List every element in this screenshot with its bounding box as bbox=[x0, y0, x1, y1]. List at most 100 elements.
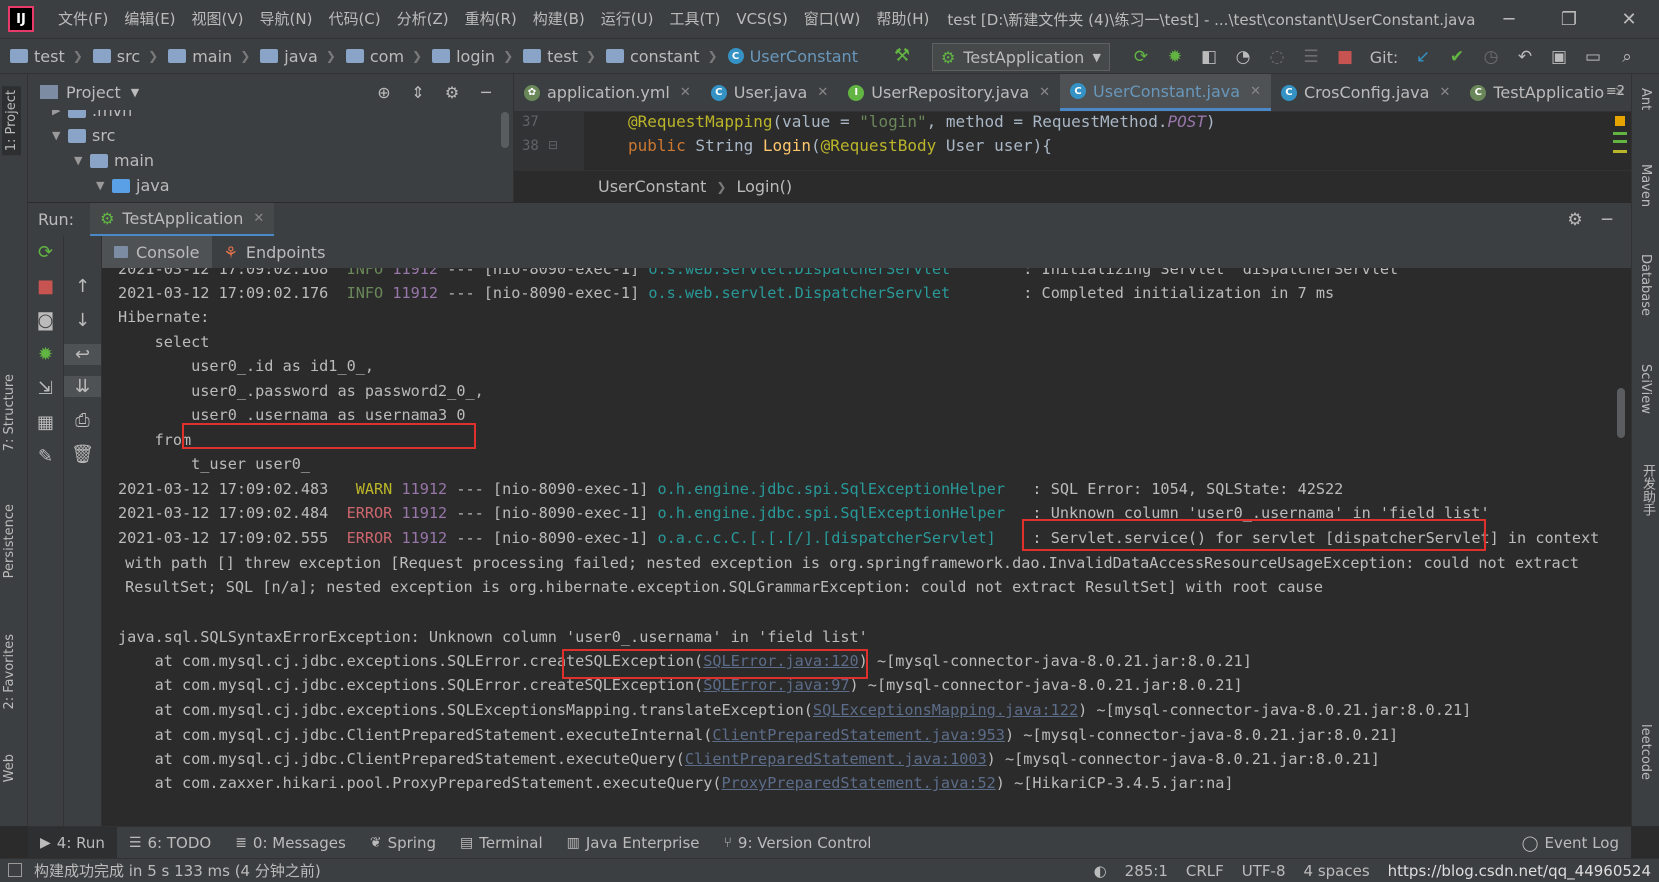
console-output[interactable]: 2021-03-12 17:09:02.168 INFO 11912 --- [… bbox=[102, 268, 1610, 826]
arrow-down-icon[interactable]: ↓ bbox=[64, 310, 101, 331]
chevron-down-icon[interactable]: ▼ bbox=[131, 86, 139, 99]
menu-file[interactable]: 文件(F) bbox=[50, 0, 116, 38]
close-tab-icon[interactable]: ✕ bbox=[817, 85, 828, 100]
tab-run[interactable]: ▶ 4: Run bbox=[28, 826, 117, 859]
tree-item-src[interactable]: ▼ src bbox=[28, 123, 513, 148]
fold-marker-icon[interactable]: ⊟ bbox=[548, 138, 558, 152]
tree-item-mvn[interactable]: ▶ .mvn bbox=[28, 110, 513, 123]
menu-navigate[interactable]: 导航(N) bbox=[252, 0, 321, 38]
scrollbar-thumb[interactable] bbox=[1617, 388, 1625, 438]
layout-icon[interactable]: ▦ bbox=[28, 412, 63, 433]
tab-ant-vertical[interactable]: Ant bbox=[1638, 88, 1653, 110]
breadcrumb-java[interactable]: java ❯ bbox=[250, 47, 336, 66]
run-tab-testapplication[interactable]: ⚙ TestApplication ✕ bbox=[90, 202, 275, 237]
project-scrollbar[interactable] bbox=[501, 112, 509, 148]
breadcrumb-userconstant[interactable]: C UserConstant bbox=[718, 47, 858, 66]
tab-spring[interactable]: ❦ Spring bbox=[358, 827, 448, 859]
breadcrumb-com[interactable]: com ❯ bbox=[336, 47, 422, 66]
menu-refactor[interactable]: 重构(R) bbox=[457, 0, 525, 38]
source-link[interactable]: ProxyPreparedStatement.java:52 bbox=[721, 774, 995, 792]
tab-leetcode-vertical[interactable]: leetcode bbox=[1638, 724, 1653, 780]
breadcrumb-main[interactable]: main ❯ bbox=[158, 47, 250, 66]
hammer-build-icon[interactable]: ⚒ bbox=[894, 45, 910, 66]
tab-application-yml[interactable]: ✿ application.yml ✕ bbox=[514, 74, 701, 111]
menu-window[interactable]: 窗口(W) bbox=[796, 0, 869, 38]
build-list-icon[interactable]: ☰ bbox=[1294, 47, 1328, 67]
tab-structure-vertical[interactable]: 7: Structure bbox=[2, 374, 17, 451]
tab-userconstant-java[interactable]: C UserConstant.java ✕ bbox=[1060, 74, 1271, 111]
tab-messages[interactable]: ≣ 0: Messages bbox=[223, 827, 358, 859]
warning-marker[interactable] bbox=[1615, 116, 1625, 126]
gear-icon[interactable]: ⚙ bbox=[435, 83, 469, 102]
soft-wrap-icon[interactable]: ↩ bbox=[64, 344, 101, 365]
menu-analyze[interactable]: 分析(Z) bbox=[389, 0, 457, 38]
search-icon[interactable]: ⌕ bbox=[1610, 47, 1644, 67]
tab-todo[interactable]: ☰ 6: TODO bbox=[117, 827, 223, 859]
menu-tools[interactable]: 工具(T) bbox=[661, 0, 728, 38]
tab-sciview-vertical[interactable]: SciView bbox=[1638, 364, 1653, 414]
rerun-icon[interactable]: ⟳ bbox=[28, 242, 63, 263]
caret-position[interactable]: 285:1 bbox=[1125, 862, 1168, 880]
tab-favorites-vertical[interactable]: 2: Favorites bbox=[2, 634, 17, 710]
source-link[interactable]: ClientPreparedStatement.java:953 bbox=[712, 726, 1005, 744]
menu-code[interactable]: 代码(C) bbox=[320, 0, 388, 38]
breadcrumb-test[interactable]: test ❯ bbox=[0, 47, 83, 66]
close-icon[interactable]: ✕ bbox=[1599, 0, 1659, 38]
crumb-method[interactable]: Login() bbox=[736, 177, 792, 196]
trash-icon[interactable]: 🗑 bbox=[64, 444, 101, 465]
breadcrumb-constant[interactable]: constant ❯ bbox=[596, 47, 718, 66]
memory-indicator-icon[interactable]: ◐ bbox=[1094, 862, 1107, 880]
tab-overflow-button[interactable]: ≡2 bbox=[1606, 84, 1625, 99]
menu-view[interactable]: 视图(V) bbox=[184, 0, 252, 38]
close-tab-icon[interactable]: ✕ bbox=[680, 85, 691, 100]
tab-web-vertical[interactable]: Web bbox=[2, 754, 17, 782]
close-tab-icon[interactable]: ✕ bbox=[253, 211, 264, 226]
locate-icon[interactable]: ⊕ bbox=[367, 83, 401, 102]
build-status-message[interactable]: 构建成功完成 in 5 s 133 ms (4 分钟之前) bbox=[34, 860, 321, 881]
camera-icon[interactable]: ◙ bbox=[28, 310, 63, 331]
tree-item-main[interactable]: ▼ main bbox=[28, 148, 513, 173]
event-log-button[interactable]: ◯ Event Log bbox=[1522, 827, 1619, 859]
crumb-class[interactable]: UserConstant bbox=[598, 177, 706, 196]
tab-database-vertical[interactable]: Database bbox=[1638, 254, 1653, 316]
tree-item-java[interactable]: ▼ java bbox=[28, 173, 513, 198]
source-link[interactable]: SQLExceptionsMapping.java:122 bbox=[813, 701, 1078, 719]
tab-terminal[interactable]: ▤ Terminal bbox=[448, 827, 555, 859]
menu-help[interactable]: 帮助(H) bbox=[868, 0, 937, 38]
project-structure-icon[interactable]: ▣ bbox=[1542, 47, 1576, 67]
git-commit-icon[interactable]: ✔ bbox=[1440, 47, 1474, 67]
exit-icon[interactable]: ⇲ bbox=[28, 378, 63, 399]
source-link[interactable]: ClientPreparedStatement.java:1003 bbox=[685, 750, 987, 768]
menu-build[interactable]: 构建(B) bbox=[525, 0, 593, 38]
indent-setting[interactable]: 4 spaces bbox=[1304, 862, 1370, 880]
attach-icon[interactable]: ◌ bbox=[1260, 47, 1294, 67]
breadcrumb-login[interactable]: login ❯ bbox=[422, 47, 513, 66]
rerun-icon[interactable]: ⟳ bbox=[1124, 47, 1158, 67]
file-encoding[interactable]: UTF-8 bbox=[1242, 862, 1286, 880]
tab-project-vertical[interactable]: 1: Project bbox=[2, 86, 21, 156]
tab-endpoints[interactable]: ⚘ Endpoints bbox=[212, 236, 338, 268]
tab-crosconfig-java[interactable]: C CrosConfig.java ✕ bbox=[1271, 74, 1460, 111]
line-separator[interactable]: CRLF bbox=[1186, 862, 1224, 880]
close-tab-icon[interactable]: ✕ bbox=[1039, 85, 1050, 100]
gear-icon[interactable]: ⚙ bbox=[1559, 210, 1591, 230]
stop-icon[interactable]: ■ bbox=[1328, 47, 1362, 67]
close-tab-icon[interactable]: ✕ bbox=[1250, 84, 1261, 99]
debug-icon[interactable]: ✹ bbox=[1158, 47, 1192, 67]
coverage-icon[interactable]: ◧ bbox=[1192, 47, 1226, 67]
tab-maven-vertical[interactable]: Maven bbox=[1638, 164, 1653, 207]
tab-userrepository-java[interactable]: I UserRepository.java ✕ bbox=[838, 74, 1060, 111]
breadcrumb-src[interactable]: src ❯ bbox=[83, 47, 158, 66]
arrow-up-icon[interactable]: ↑ bbox=[64, 276, 101, 297]
undo-icon[interactable]: ↶ bbox=[1508, 47, 1542, 67]
tab-java-enterprise[interactable]: ▥ Java Enterprise bbox=[555, 827, 712, 859]
hide-panel-icon[interactable]: ─ bbox=[469, 83, 503, 102]
tab-version-control[interactable]: ⑂ 9: Version Control bbox=[712, 827, 884, 859]
menu-run[interactable]: 运行(U) bbox=[593, 0, 662, 38]
pin-icon[interactable]: ✎ bbox=[28, 446, 63, 467]
run-config-select[interactable]: ⚙ TestApplication ▼ bbox=[932, 43, 1110, 71]
close-tab-icon[interactable]: ✕ bbox=[1439, 85, 1450, 100]
git-history-icon[interactable]: ◷ bbox=[1474, 47, 1508, 67]
status-toggle-icon[interactable] bbox=[8, 863, 22, 877]
hide-panel-icon[interactable]: ─ bbox=[1591, 210, 1623, 230]
